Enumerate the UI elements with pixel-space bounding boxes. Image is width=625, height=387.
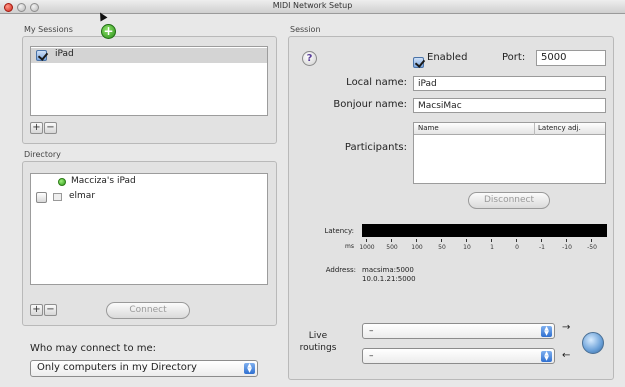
session-row-ipad[interactable]: iPad [31, 48, 267, 63]
routing-in-value: – [369, 326, 374, 336]
my-sessions-list[interactable]: iPad [30, 46, 268, 116]
directory-label: Directory [24, 150, 61, 159]
routing-out-value: – [369, 351, 374, 361]
directory-item-name: elmar [69, 191, 96, 201]
port-label: Port: [502, 52, 526, 63]
participants-header: Name Latency adj. [414, 123, 605, 135]
port-field[interactable]: 5000 [536, 50, 606, 66]
who-may-connect-select[interactable]: Only computers in my Directory ▲ ▼ [30, 360, 258, 377]
participants-table[interactable]: Name Latency adj. [413, 122, 606, 184]
local-name-label: Local name: [346, 77, 407, 88]
local-name-field[interactable]: iPad [413, 76, 606, 91]
latency-meter [362, 224, 607, 237]
routing-in-select[interactable]: – ▲ ▼ [362, 323, 555, 339]
help-button[interactable]: ? [302, 51, 317, 66]
bonjour-name-field[interactable]: MacsiMac [413, 98, 606, 113]
session-label: Session [290, 25, 321, 34]
latency-label: Latency: [324, 227, 354, 235]
column-header-latency[interactable]: Latency adj. [538, 124, 581, 132]
latency-tick-label: -10 [562, 244, 572, 251]
session-name: iPad [55, 49, 74, 59]
latency-tick [591, 239, 592, 242]
session-enable-checkbox[interactable] [36, 50, 47, 61]
latency-tick [541, 239, 542, 242]
directory-list[interactable]: Macciza's iPad elmar [30, 173, 268, 285]
connected-status-icon [58, 178, 66, 186]
latency-tick-label: 50 [438, 244, 446, 251]
latency-tick [466, 239, 467, 242]
directory-item-checkbox[interactable] [36, 192, 47, 203]
enabled-checkbox[interactable] [413, 57, 424, 68]
latency-tick-label: 0 [515, 244, 519, 251]
live-routings-label-line1: Live [308, 331, 328, 341]
address-line-1: macsima:5000 [362, 266, 414, 274]
disconnect-button[interactable]: Disconnect [468, 192, 550, 209]
column-header-name[interactable]: Name [418, 124, 439, 132]
popup-arrows-icon: ▲ ▼ [244, 363, 255, 374]
latency-tick [441, 239, 442, 242]
add-directory-button[interactable]: + [30, 304, 43, 316]
latency-tick-label: -50 [587, 244, 597, 251]
column-divider [534, 123, 535, 135]
connect-button[interactable]: Connect [106, 302, 190, 319]
add-session-button[interactable]: + [30, 122, 43, 134]
latency-tick-label: 1 [490, 244, 494, 251]
drag-add-cursor-icon: + [101, 24, 116, 39]
remove-session-button[interactable]: − [44, 122, 57, 134]
latency-tick-label: 1000 [359, 244, 375, 251]
routing-out-select[interactable]: – ▲ ▼ [362, 348, 555, 364]
bonjour-name-label: Bonjour name: [333, 99, 407, 110]
address-label: Address: [325, 266, 356, 274]
arrow-left-icon: ← [562, 350, 571, 361]
latency-tick-label: 10 [463, 244, 471, 251]
latency-tick [491, 239, 492, 242]
latency-tick [366, 239, 367, 242]
latency-tick [566, 239, 567, 242]
my-sessions-label: My Sessions [24, 25, 73, 34]
directory-item-name: Macciza's iPad [71, 176, 136, 186]
address-line-2: 10.0.1.21:5000 [362, 275, 416, 283]
participants-label: Participants: [344, 142, 407, 153]
computer-icon [53, 193, 62, 201]
latency-tick-label: -1 [539, 244, 545, 251]
network-globe-icon [582, 332, 604, 354]
latency-unit-label: ms [345, 243, 354, 250]
directory-row-elmar[interactable]: elmar [31, 191, 267, 204]
window-title: MIDI Network Setup [272, 1, 353, 10]
enabled-label: Enabled [427, 52, 468, 63]
arrow-right-icon: → [562, 322, 571, 333]
latency-tick [416, 239, 417, 242]
popup-arrows-icon: ▲ ▼ [541, 326, 552, 337]
directory-row-macciza[interactable]: Macciza's iPad [31, 176, 267, 189]
who-may-connect-value: Only computers in my Directory [37, 362, 197, 373]
latency-tick-label: 100 [411, 244, 423, 251]
remove-directory-button[interactable]: − [44, 304, 57, 316]
live-routings-label-line2: routings [299, 343, 337, 353]
latency-tick-label: 500 [386, 244, 398, 251]
popup-arrows-icon: ▲ ▼ [541, 351, 552, 362]
latency-tick [516, 239, 517, 242]
who-may-connect-label: Who may connect to me: [30, 343, 157, 354]
latency-tick [391, 239, 392, 242]
